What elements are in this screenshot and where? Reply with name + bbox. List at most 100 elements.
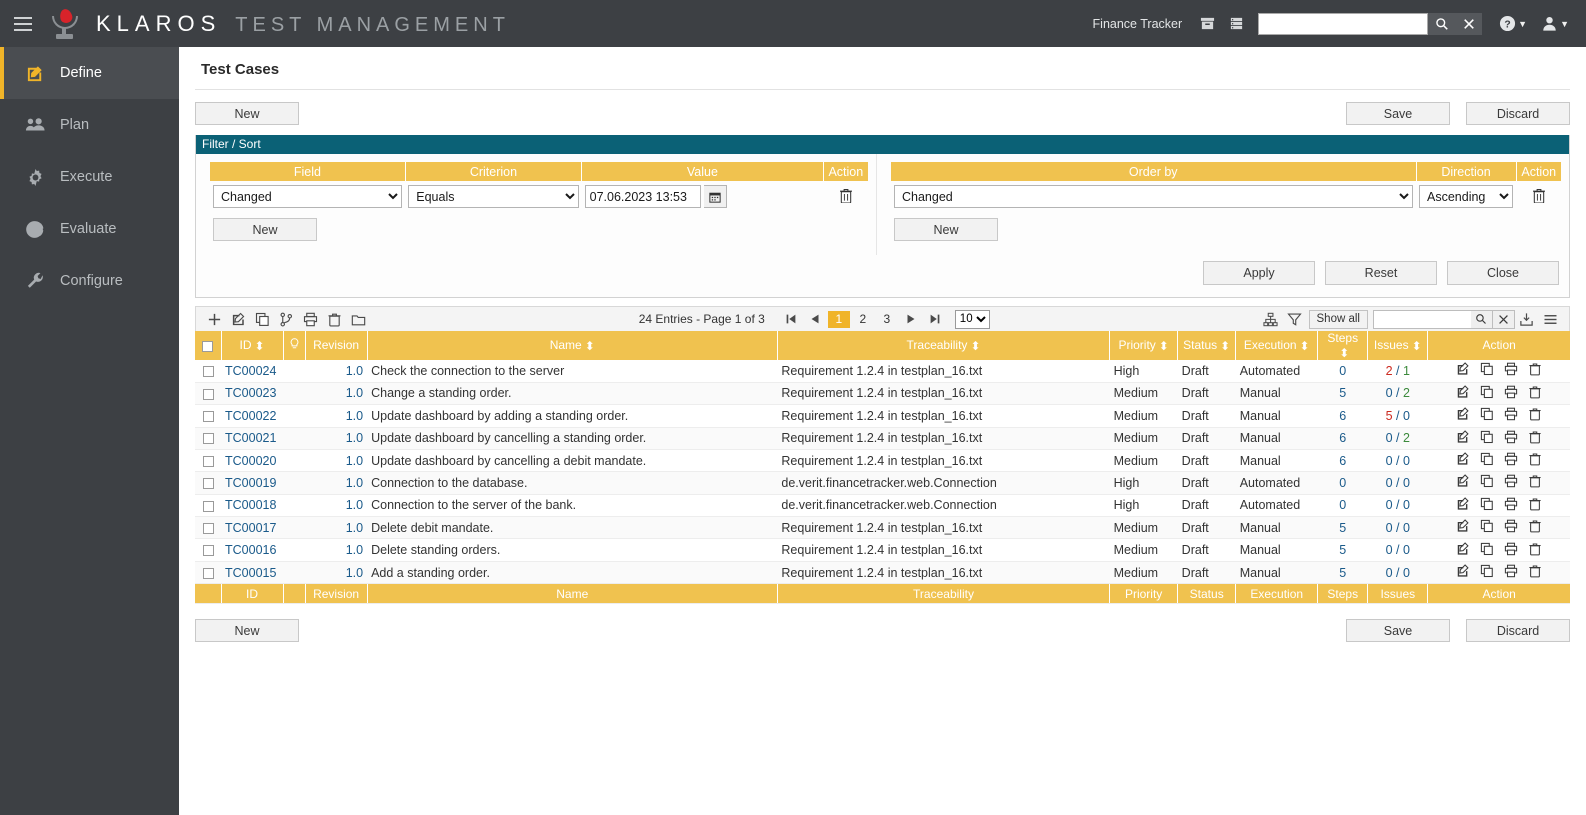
new-button-bottom[interactable]: New xyxy=(195,619,299,643)
test-case-link[interactable]: TC00019 xyxy=(225,476,276,490)
close-button[interactable]: Close xyxy=(1447,261,1559,285)
row-print-icon[interactable] xyxy=(1504,474,1518,491)
table-row[interactable]: TC00020 1.0 Update dashboard by cancelling… xyxy=(195,449,1570,473)
col-header-name[interactable]: Name ⬍ xyxy=(367,331,778,360)
row-edit-icon[interactable] xyxy=(1456,541,1470,559)
cell-actions[interactable] xyxy=(1427,449,1570,473)
calendar-icon[interactable] xyxy=(703,185,727,208)
sidebar-item-execute[interactable]: Execute xyxy=(0,151,179,203)
row-print-icon[interactable] xyxy=(1504,362,1518,379)
row-copy-icon[interactable] xyxy=(1480,362,1494,379)
row-print-icon[interactable] xyxy=(1504,564,1518,581)
table-row[interactable]: TC00015 1.0 Add a standing order. Requireme… xyxy=(195,561,1570,585)
row-print-icon[interactable] xyxy=(1504,430,1518,447)
cell-actions[interactable] xyxy=(1427,471,1570,495)
row-delete-icon[interactable] xyxy=(1528,452,1542,469)
prev-page-button[interactable] xyxy=(803,307,827,331)
col-header-execution[interactable]: Execution ⬍ xyxy=(1235,331,1319,360)
test-case-link[interactable]: TC00018 xyxy=(225,498,276,512)
test-case-link[interactable]: TC00021 xyxy=(225,431,276,445)
sidebar-item-define[interactable]: Define xyxy=(0,47,179,99)
row-delete-icon[interactable] xyxy=(1528,474,1542,491)
sort-orderby-select[interactable]: Changed xyxy=(894,185,1413,208)
global-search-clear-button[interactable] xyxy=(1455,12,1483,35)
table-search-clear-button[interactable] xyxy=(1492,309,1515,329)
cell-id[interactable]: TC00020 xyxy=(221,449,284,473)
row-delete-icon[interactable] xyxy=(1528,385,1542,402)
row-copy-icon[interactable] xyxy=(1480,385,1494,402)
export-icon[interactable] xyxy=(1515,307,1539,331)
cell-id[interactable]: TC00018 xyxy=(221,494,284,518)
cell-actions[interactable] xyxy=(1427,427,1570,450)
copy-icon[interactable] xyxy=(250,307,274,331)
database-icon[interactable] xyxy=(1223,0,1249,47)
row-select-cell[interactable] xyxy=(195,404,222,428)
discard-button-top[interactable]: Discard xyxy=(1466,102,1570,125)
filter-icon[interactable] xyxy=(1283,307,1307,331)
row-edit-icon[interactable] xyxy=(1456,452,1470,469)
show-all-button[interactable]: Show all xyxy=(1308,309,1368,329)
test-case-link[interactable]: TC00016 xyxy=(225,543,276,557)
archive-icon[interactable] xyxy=(1194,0,1220,47)
row-edit-icon[interactable] xyxy=(1456,362,1470,379)
row-select-cell[interactable] xyxy=(195,359,222,383)
row-checkbox[interactable] xyxy=(202,388,214,400)
row-checkbox[interactable] xyxy=(202,433,214,445)
row-copy-icon[interactable] xyxy=(1480,407,1494,424)
cell-id[interactable]: TC00019 xyxy=(221,471,284,495)
first-page-button[interactable] xyxy=(779,307,803,331)
sort-new-button[interactable]: New xyxy=(894,218,998,241)
table-row[interactable]: TC00022 1.0 Update dashboard by adding a s… xyxy=(195,404,1570,428)
row-checkbox[interactable] xyxy=(202,411,214,422)
row-select-cell[interactable] xyxy=(195,449,222,473)
row-delete-icon[interactable] xyxy=(1528,564,1542,581)
filter-criteria-new-button[interactable]: New xyxy=(213,218,317,241)
filter-criteria-delete-button[interactable] xyxy=(823,181,868,212)
cell-id[interactable]: TC00016 xyxy=(221,538,284,562)
menu-list-icon[interactable] xyxy=(1539,307,1563,331)
row-copy-icon[interactable] xyxy=(1480,542,1494,559)
row-print-icon[interactable] xyxy=(1504,542,1518,559)
delete-icon[interactable] xyxy=(322,307,346,331)
row-select-cell[interactable] xyxy=(195,382,222,406)
table-search-input[interactable] xyxy=(1372,309,1471,329)
filter-criterion-select[interactable]: Equals xyxy=(408,185,579,208)
row-print-icon[interactable] xyxy=(1504,385,1518,402)
cell-actions[interactable] xyxy=(1427,382,1570,406)
row-copy-icon[interactable] xyxy=(1480,430,1494,447)
cell-actions[interactable] xyxy=(1427,494,1570,518)
last-page-button[interactable] xyxy=(923,307,947,331)
cell-id[interactable]: TC00015 xyxy=(221,561,284,585)
reset-button[interactable]: Reset xyxy=(1325,261,1437,285)
row-checkbox[interactable] xyxy=(202,455,214,467)
apply-button[interactable]: Apply xyxy=(1203,261,1315,285)
save-button-top[interactable]: Save xyxy=(1346,102,1450,125)
new-button-top[interactable]: New xyxy=(195,102,299,125)
cell-id[interactable]: TC00023 xyxy=(221,382,284,406)
page-size-select[interactable]: 10 xyxy=(954,309,990,329)
row-delete-icon[interactable] xyxy=(1528,430,1542,447)
cell-actions[interactable] xyxy=(1427,516,1570,540)
table-row[interactable]: TC00019 1.0 Connection to the database. de.… xyxy=(195,471,1570,495)
cell-actions[interactable] xyxy=(1427,404,1570,428)
row-edit-icon[interactable] xyxy=(1456,407,1470,424)
row-checkbox[interactable] xyxy=(202,522,214,534)
cell-id[interactable]: TC00024 xyxy=(221,359,284,383)
row-checkbox[interactable] xyxy=(202,545,214,557)
row-edit-icon[interactable] xyxy=(1456,519,1470,536)
row-checkbox[interactable] xyxy=(202,567,214,579)
table-search-button[interactable] xyxy=(1470,309,1493,329)
sidebar-item-plan[interactable]: Plan xyxy=(0,99,179,151)
table-row[interactable]: TC00017 1.0 Delete debit mandate. Requireme… xyxy=(195,516,1570,540)
global-search-button[interactable] xyxy=(1428,12,1456,35)
row-delete-icon[interactable] xyxy=(1528,407,1542,424)
row-copy-icon[interactable] xyxy=(1480,519,1494,536)
row-copy-icon[interactable] xyxy=(1480,497,1494,514)
page-number-2[interactable]: 2 xyxy=(852,311,874,328)
global-search-input[interactable] xyxy=(1258,12,1429,35)
test-case-link[interactable]: TC00023 xyxy=(225,386,276,400)
row-delete-icon[interactable] xyxy=(1528,519,1542,536)
table-row[interactable]: TC00024 1.0 Check the connection to the se… xyxy=(195,359,1570,383)
cell-actions[interactable] xyxy=(1427,561,1570,585)
row-select-cell[interactable] xyxy=(195,538,222,562)
